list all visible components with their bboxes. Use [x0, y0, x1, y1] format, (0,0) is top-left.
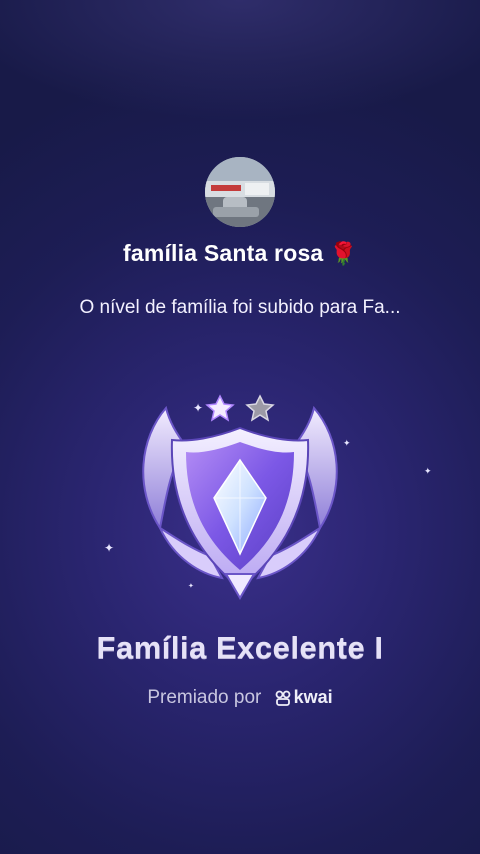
- family-name-row: família Santa rosa 🌹: [0, 240, 480, 267]
- kwai-icon: [275, 690, 291, 706]
- star-empty-icon: [245, 394, 275, 422]
- kwai-brand-name: kwai: [293, 687, 333, 708]
- sparkle-icon: ✦: [104, 541, 115, 555]
- level-up-message: O nível de família foi subido para Fa...: [79, 297, 401, 318]
- awarded-by-label: Premiado por: [147, 687, 262, 708]
- star-filled-icon: [205, 394, 235, 422]
- sparkle-icon: ✦: [424, 466, 432, 476]
- badge-title: Família Excelente I: [96, 630, 384, 665]
- rose-icon: 🌹: [329, 241, 358, 266]
- awarded-by: Premiado por kwai: [0, 687, 480, 709]
- family-level-badge: [130, 388, 350, 603]
- background-glow: [0, 0, 480, 120]
- avatar-photo: [205, 157, 275, 227]
- avatar[interactable]: [205, 157, 275, 227]
- kwai-logo: kwai: [275, 687, 333, 708]
- family-name: família Santa rosa: [122, 240, 324, 266]
